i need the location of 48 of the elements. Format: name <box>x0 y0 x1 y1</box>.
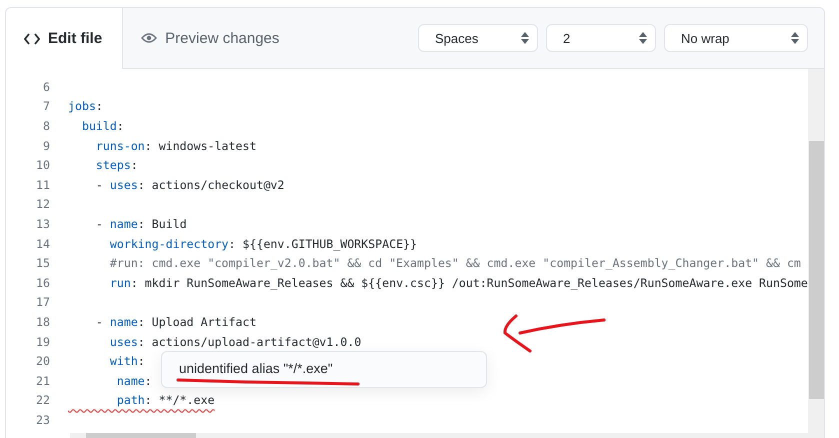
line-number: 17 <box>35 295 51 310</box>
line-number: 22 <box>35 393 51 408</box>
select-field[interactable]: 2 <box>546 24 656 52</box>
error-tooltip: unidentified alias "*/*.exe" <box>161 351 487 388</box>
line-number: 11 <box>35 178 51 192</box>
line-number: 19 <box>35 334 51 349</box>
code-line: with: <box>108 354 145 368</box>
line-number: 16 <box>35 276 51 290</box>
line-number: 21 <box>35 374 51 388</box>
code-line: working-directory: ${{env.GITHUB_WORKSPACE}} <box>108 236 418 251</box>
code-line: uses: actions/upload-artifact@v1.0.0 <box>108 334 362 349</box>
select-field[interactable]: Spaces <box>418 24 538 52</box>
code-line: runs-on: windows-latest <box>94 138 256 153</box>
select-field[interactable]: No wrap <box>664 24 808 52</box>
up-down-caret-icon <box>521 32 529 44</box>
code-line: - name: Upload Artifact <box>94 314 256 329</box>
code-line: - name: Build <box>94 216 187 231</box>
up-down-caret-icon <box>639 32 647 44</box>
select-value: 2 <box>563 30 570 46</box>
code-line: - uses: actions/checkout@v2 <box>94 178 284 192</box>
code-line: steps: <box>94 158 138 172</box>
code-line: run: mkdir RunSomeAware_Releases && ${{env.csc}} /out:RunSomeAware_Releases/RunSomeAware.exe RunSome <box>108 276 808 290</box>
line-number: 20 <box>35 354 51 368</box>
line-number: 9 <box>42 138 51 153</box>
code-line: path: **/*.exe <box>116 393 215 408</box>
line-number: 7 <box>42 99 51 114</box>
line-number: 14 <box>35 236 51 251</box>
line-number: 6 <box>42 80 51 94</box>
line-number: 10 <box>35 158 51 172</box>
code-line: name: <box>116 374 152 388</box>
code-icon <box>24 32 40 44</box>
eye-icon <box>141 32 158 44</box>
line-number: 23 <box>35 412 51 427</box>
tab[interactable]: Preview changes <box>123 8 300 68</box>
line-number: 18 <box>35 314 51 329</box>
code-line: build: <box>80 118 124 133</box>
line-number: 13 <box>35 216 51 231</box>
horizontal-scrollbar[interactable] <box>70 433 810 438</box>
line-number: 8 <box>42 118 51 133</box>
code-line: jobs: <box>68 99 103 114</box>
vertical-scrollbar[interactable] <box>808 69 824 438</box>
tab[interactable]: Edit file <box>6 8 124 69</box>
up-down-caret-icon <box>791 32 799 44</box>
code-line: #run: cmd.exe "compiler_v2.0.bat" && cd "Examples" && cmd.exe "compiler_Assembly_Changer.bat" && cm <box>108 256 801 270</box>
select-value: Spaces <box>435 30 478 46</box>
line-number: 12 <box>35 197 51 212</box>
select-value: No wrap <box>681 30 730 46</box>
line-number: 15 <box>35 256 51 270</box>
